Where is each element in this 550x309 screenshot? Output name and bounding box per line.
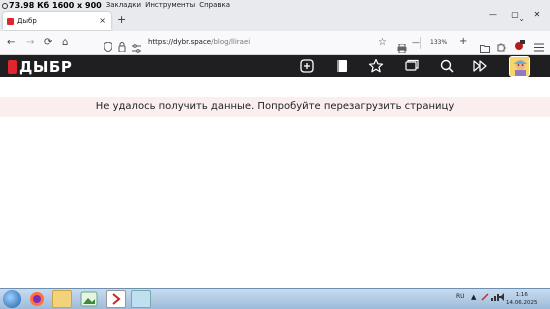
tab-title: Дыбр [17, 17, 37, 25]
forward-button[interactable]: → [26, 36, 34, 50]
app-taskbar-icon[interactable] [106, 290, 126, 308]
shield-icon[interactable] [103, 37, 113, 56]
menu-help[interactable]: Справка [199, 1, 230, 9]
window-taskbar-icon[interactable] [131, 290, 151, 308]
logo-text: ДЫБР [19, 58, 73, 76]
home-button[interactable]: ⌂ [62, 36, 68, 50]
menu-tools[interactable]: Инструменты [145, 1, 195, 9]
lock-icon[interactable] [118, 37, 126, 56]
url-path: /blog/lliraei [211, 38, 251, 46]
divider [420, 37, 421, 49]
image-size-overlay: 73.98 Кб 1600 x 900 [2, 1, 102, 10]
windows-taskbar: RU ▲ 1:16 14.06.2025 [0, 288, 550, 309]
maximize-button[interactable]: ▢ [507, 10, 523, 19]
search-icon[interactable] [439, 58, 455, 74]
error-message-banner: Не удалось получить данные. Попробуйте п… [0, 97, 550, 117]
diary-book-icon[interactable] [334, 58, 350, 74]
language-indicator[interactable]: RU [456, 293, 465, 300]
feed-forward-icon[interactable] [472, 58, 488, 74]
navigation-bar: ← → ⟳ ⌂ https://dybr.space/blog/lliraei … [0, 31, 550, 55]
clock-time: 1:16 [515, 292, 528, 298]
logo-mark-icon [8, 60, 17, 74]
zoom-level[interactable]: 133% [430, 39, 447, 46]
new-post-plus-icon[interactable] [299, 58, 315, 74]
dybr-favicon-icon [7, 17, 14, 25]
file-explorer-taskbar-icon[interactable] [52, 290, 72, 308]
tab-close-icon[interactable]: × [99, 16, 106, 25]
error-message-text: Не удалось получить данные. Попробуйте п… [95, 101, 455, 112]
network-icon[interactable] [491, 293, 499, 303]
site-logo[interactable]: ДЫБР [8, 58, 72, 76]
user-avatar[interactable] [509, 56, 530, 77]
new-tab-button[interactable]: + [117, 13, 126, 26]
menu-hamburger-icon[interactable] [534, 37, 544, 56]
zoom-out-button[interactable]: — [412, 36, 420, 50]
system-clock[interactable]: 1:16 14.06.2025 [506, 291, 538, 307]
image-viewer-taskbar-icon[interactable] [79, 290, 99, 308]
tab-dybr[interactable]: Дыбр × [3, 12, 111, 30]
messages-icon[interactable] [404, 58, 420, 74]
site-header: ДЫБР [0, 55, 550, 77]
tray-pen-icon[interactable] [481, 293, 489, 303]
bookmark-star-icon[interactable]: ☆ [378, 37, 387, 48]
start-button[interactable] [3, 290, 21, 308]
zoom-in-button[interactable]: + [459, 35, 467, 49]
reload-button[interactable]: ⟳ [44, 36, 52, 50]
minimize-button[interactable]: — [485, 10, 501, 19]
url-host: https://dybr.space [148, 38, 212, 46]
extension-badge-icon[interactable] [514, 36, 525, 55]
close-window-button[interactable]: ✕ [529, 10, 545, 19]
extensions-icon[interactable] [497, 37, 506, 56]
back-button[interactable]: ← [7, 36, 15, 50]
menu-bar: 73.98 Кб 1600 x 900 Закладки Инструменты… [0, 0, 550, 10]
tray-expand-icon[interactable]: ▲ [471, 293, 476, 301]
volume-icon[interactable] [499, 293, 506, 303]
tab-strip: Дыбр × + ⌄ — ▢ ✕ [0, 10, 550, 31]
firefox-taskbar-icon[interactable] [27, 290, 47, 308]
clock-date: 14.06.2025 [506, 300, 538, 306]
favorites-star-icon[interactable] [368, 58, 384, 74]
info-icon [2, 2, 8, 9]
menu-bookmarks[interactable]: Закладки [106, 1, 141, 9]
url-bar[interactable]: https://dybr.space/blog/lliraei [148, 38, 250, 46]
